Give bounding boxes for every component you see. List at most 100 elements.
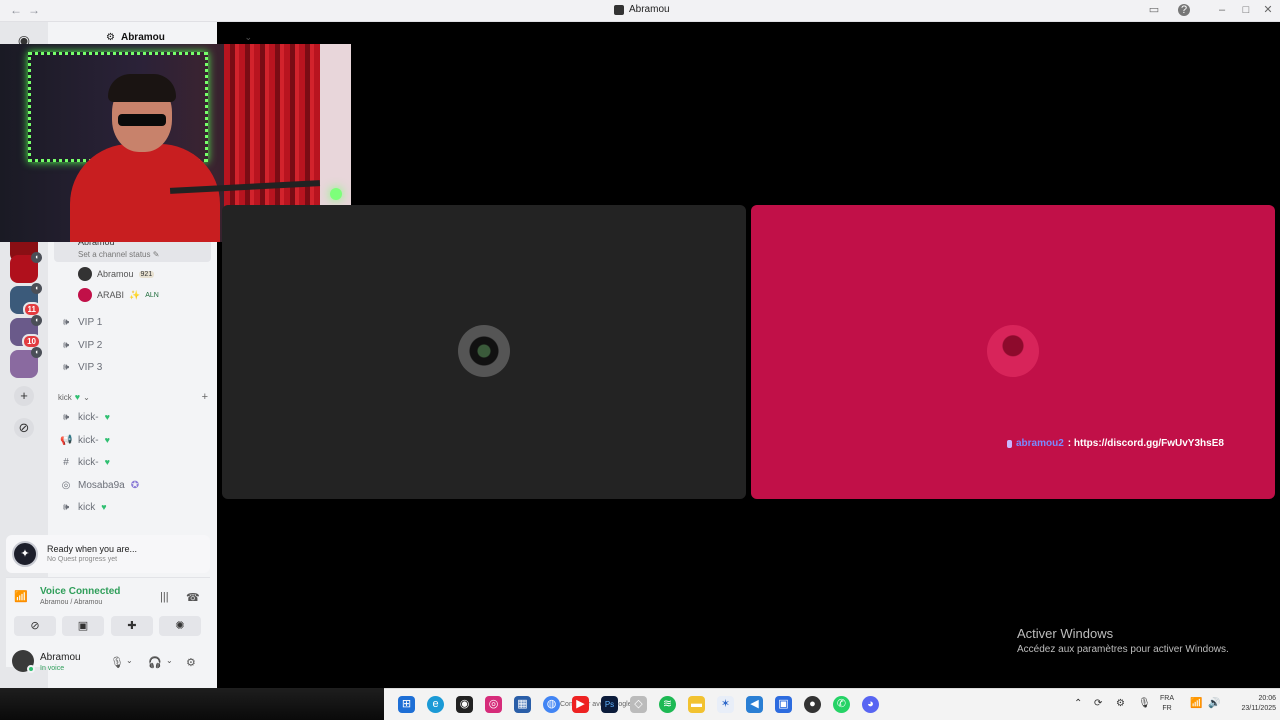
create-channel-icon[interactable]: + <box>202 391 208 403</box>
tray-icon[interactable]: ⚙ <box>1116 698 1125 709</box>
screen-share-button[interactable]: ▣ <box>62 616 104 636</box>
hash-icon: # <box>63 456 69 468</box>
activities-button[interactable]: ✚ <box>111 616 153 636</box>
minimize-icon[interactable]: – <box>1216 4 1228 16</box>
voice-member[interactable]: Abramou 921 <box>78 266 155 282</box>
server-icon[interactable]: ◖ <box>10 347 42 378</box>
sunglasses <box>118 114 166 126</box>
whatsapp-icon[interactable]: ✆ <box>833 696 850 713</box>
spotify-icon[interactable]: ≋ <box>659 696 676 713</box>
store-icon[interactable]: ▦ <box>514 696 531 713</box>
camera-off-button[interactable]: ⊘ <box>14 616 56 636</box>
chrome-icon[interactable]: ◍ <box>543 696 560 713</box>
edge-icon[interactable]: e <box>427 696 444 713</box>
voice-member[interactable]: ARABI ✨ ALN <box>78 287 159 303</box>
signal-icon[interactable]: 📶 <box>14 590 28 604</box>
voice-location[interactable]: Abramou / Abramou <box>40 599 102 606</box>
github-icon[interactable]: ◉ <box>456 696 473 713</box>
speaker-icon: 📢 <box>60 434 73 446</box>
voice-status[interactable]: Voice Connected <box>40 586 120 597</box>
server-icon[interactable]: ◖ 10 <box>10 315 42 349</box>
chevron-down-icon[interactable]: ⌄ <box>126 656 133 665</box>
add-server-button[interactable]: + <box>14 386 34 406</box>
close-icon[interactable]: ✕ <box>1262 4 1274 16</box>
volume-icon[interactable]: 🔊 <box>1208 698 1220 709</box>
channel-item[interactable]: 📢 kick- ♥ <box>60 431 110 449</box>
guild-name: Abramou <box>120 31 165 43</box>
discover-icon[interactable]: ⊘ <box>14 418 34 438</box>
quest-panel[interactable]: ✦ Ready when you are... No Quest progres… <box>6 535 210 573</box>
channel-item[interactable]: 🕪 kick ♥ <box>60 498 107 516</box>
tray-icon[interactable]: ⟳ <box>1094 698 1102 709</box>
youtube-icon[interactable]: ▶ <box>572 696 589 713</box>
vscode-icon[interactable]: ◀ <box>746 696 763 713</box>
language-indicator[interactable]: FRA FR <box>1160 694 1174 714</box>
voice-channel[interactable]: 🕪 VIP 2 <box>60 336 102 354</box>
app-icon[interactable]: ▣ <box>775 696 792 713</box>
volume-icon: ◖ <box>31 347 42 358</box>
clock-date: 23/11/2025 <box>1241 705 1276 712</box>
wifi-icon[interactable]: 📶 <box>1190 698 1202 709</box>
channel-status[interactable]: Set a channel status ✎ <box>78 250 159 259</box>
channel-name: kick- <box>78 434 99 446</box>
microphone-icon[interactable]: 🎙 <box>110 656 124 669</box>
voice-icon: 🕪 <box>62 339 70 351</box>
channel-item[interactable]: # kick- ♥ <box>60 453 110 471</box>
discord-icon[interactable]: ◕ <box>862 696 879 713</box>
photoshop-icon[interactable]: Ps <box>601 696 618 713</box>
clock-time: 20:06 <box>1258 695 1276 702</box>
voice-channel[interactable]: 🕪 VIP 1 <box>60 313 102 331</box>
noise-suppression-icon[interactable]: ||| <box>160 591 169 603</box>
soundboard-button[interactable]: ✺ <box>159 616 201 636</box>
online-status-icon <box>27 665 35 673</box>
participant-tile[interactable]: abramou2 : https://discord.gg/FwUvY3hsE8 <box>751 205 1275 499</box>
user-name[interactable]: Abramou <box>40 652 81 663</box>
person-body <box>70 144 220 242</box>
back-icon[interactable]: ← <box>10 3 22 17</box>
headphones-icon[interactable]: 🎧 <box>148 656 162 669</box>
badge-icon: ✪ <box>130 479 140 491</box>
clock[interactable]: 20:06 23/11/2025 <box>1232 694 1276 714</box>
user-panel: Abramou In voice 🎙 ⌄ 🎧 ⌄ ⚙ <box>6 645 210 681</box>
channel-name: kick- <box>78 456 99 468</box>
person-hair <box>108 74 176 102</box>
app-icon[interactable]: ◇ <box>630 696 647 713</box>
channel-item[interactable]: ◎ Mosaba9a ✪ <box>60 476 139 494</box>
chevron-up-icon[interactable]: ⌃ <box>1074 698 1082 709</box>
help-icon[interactable]: ? <box>1178 4 1190 16</box>
category-kick[interactable]: kick ♥ ⌄ + <box>58 391 208 403</box>
microphone-icon[interactable]: 🎙 <box>1138 698 1151 709</box>
heart-icon: ♥ <box>104 457 110 467</box>
windows-activation-watermark: Activer Windows Accédez aux paramètres p… <box>1017 626 1229 655</box>
instagram-icon[interactable]: ◎ <box>485 696 502 713</box>
member-name: ARABI <box>97 290 125 300</box>
chevron-down-icon[interactable]: ⌄ <box>166 656 173 665</box>
app-icon[interactable]: ● <box>804 696 821 713</box>
voice-icon: 🕪 <box>62 411 70 423</box>
forward-icon[interactable]: → <box>28 3 40 17</box>
avatar <box>78 267 92 281</box>
channel-name: VIP 1 <box>78 316 103 328</box>
inbox-icon[interactable]: ▭ <box>1148 4 1160 16</box>
heart-icon: ♥ <box>74 392 81 402</box>
disconnect-icon[interactable]: ☎ <box>186 591 200 604</box>
app-icon[interactable]: ✶ <box>717 696 734 713</box>
folder-icon[interactable]: ▬ <box>688 696 705 713</box>
stream-caption: abramou2 : https://discord.gg/FwUvY3hsE8 <box>1007 438 1224 449</box>
guild-icon: ⚙ <box>106 31 115 43</box>
windows-start-icon[interactable]: ⊞ <box>398 696 415 713</box>
window-title-text: Abramou <box>629 4 670 15</box>
server-icon[interactable]: ◖ <box>10 252 42 283</box>
language-top: FRA <box>1160 695 1174 702</box>
voice-channel[interactable]: 🕪 VIP 3 <box>60 358 102 376</box>
maximize-icon[interactable]: □ <box>1240 4 1252 16</box>
quest-subtitle: No Quest progress yet <box>47 556 118 563</box>
activation-title: Activer Windows <box>1017 626 1114 641</box>
gear-icon[interactable]: ⚙ <box>186 656 196 669</box>
voice-icon: 🕪 <box>62 361 70 373</box>
participant-tile[interactable] <box>222 205 746 499</box>
channel-item[interactable]: 🕪 kick- ♥ <box>60 408 110 426</box>
caption-user: abramou2 <box>1016 438 1064 449</box>
taskbar-tooltip: Continuer avec Google <box>560 701 632 708</box>
server-icon[interactable]: ◖ 11 <box>10 283 42 317</box>
